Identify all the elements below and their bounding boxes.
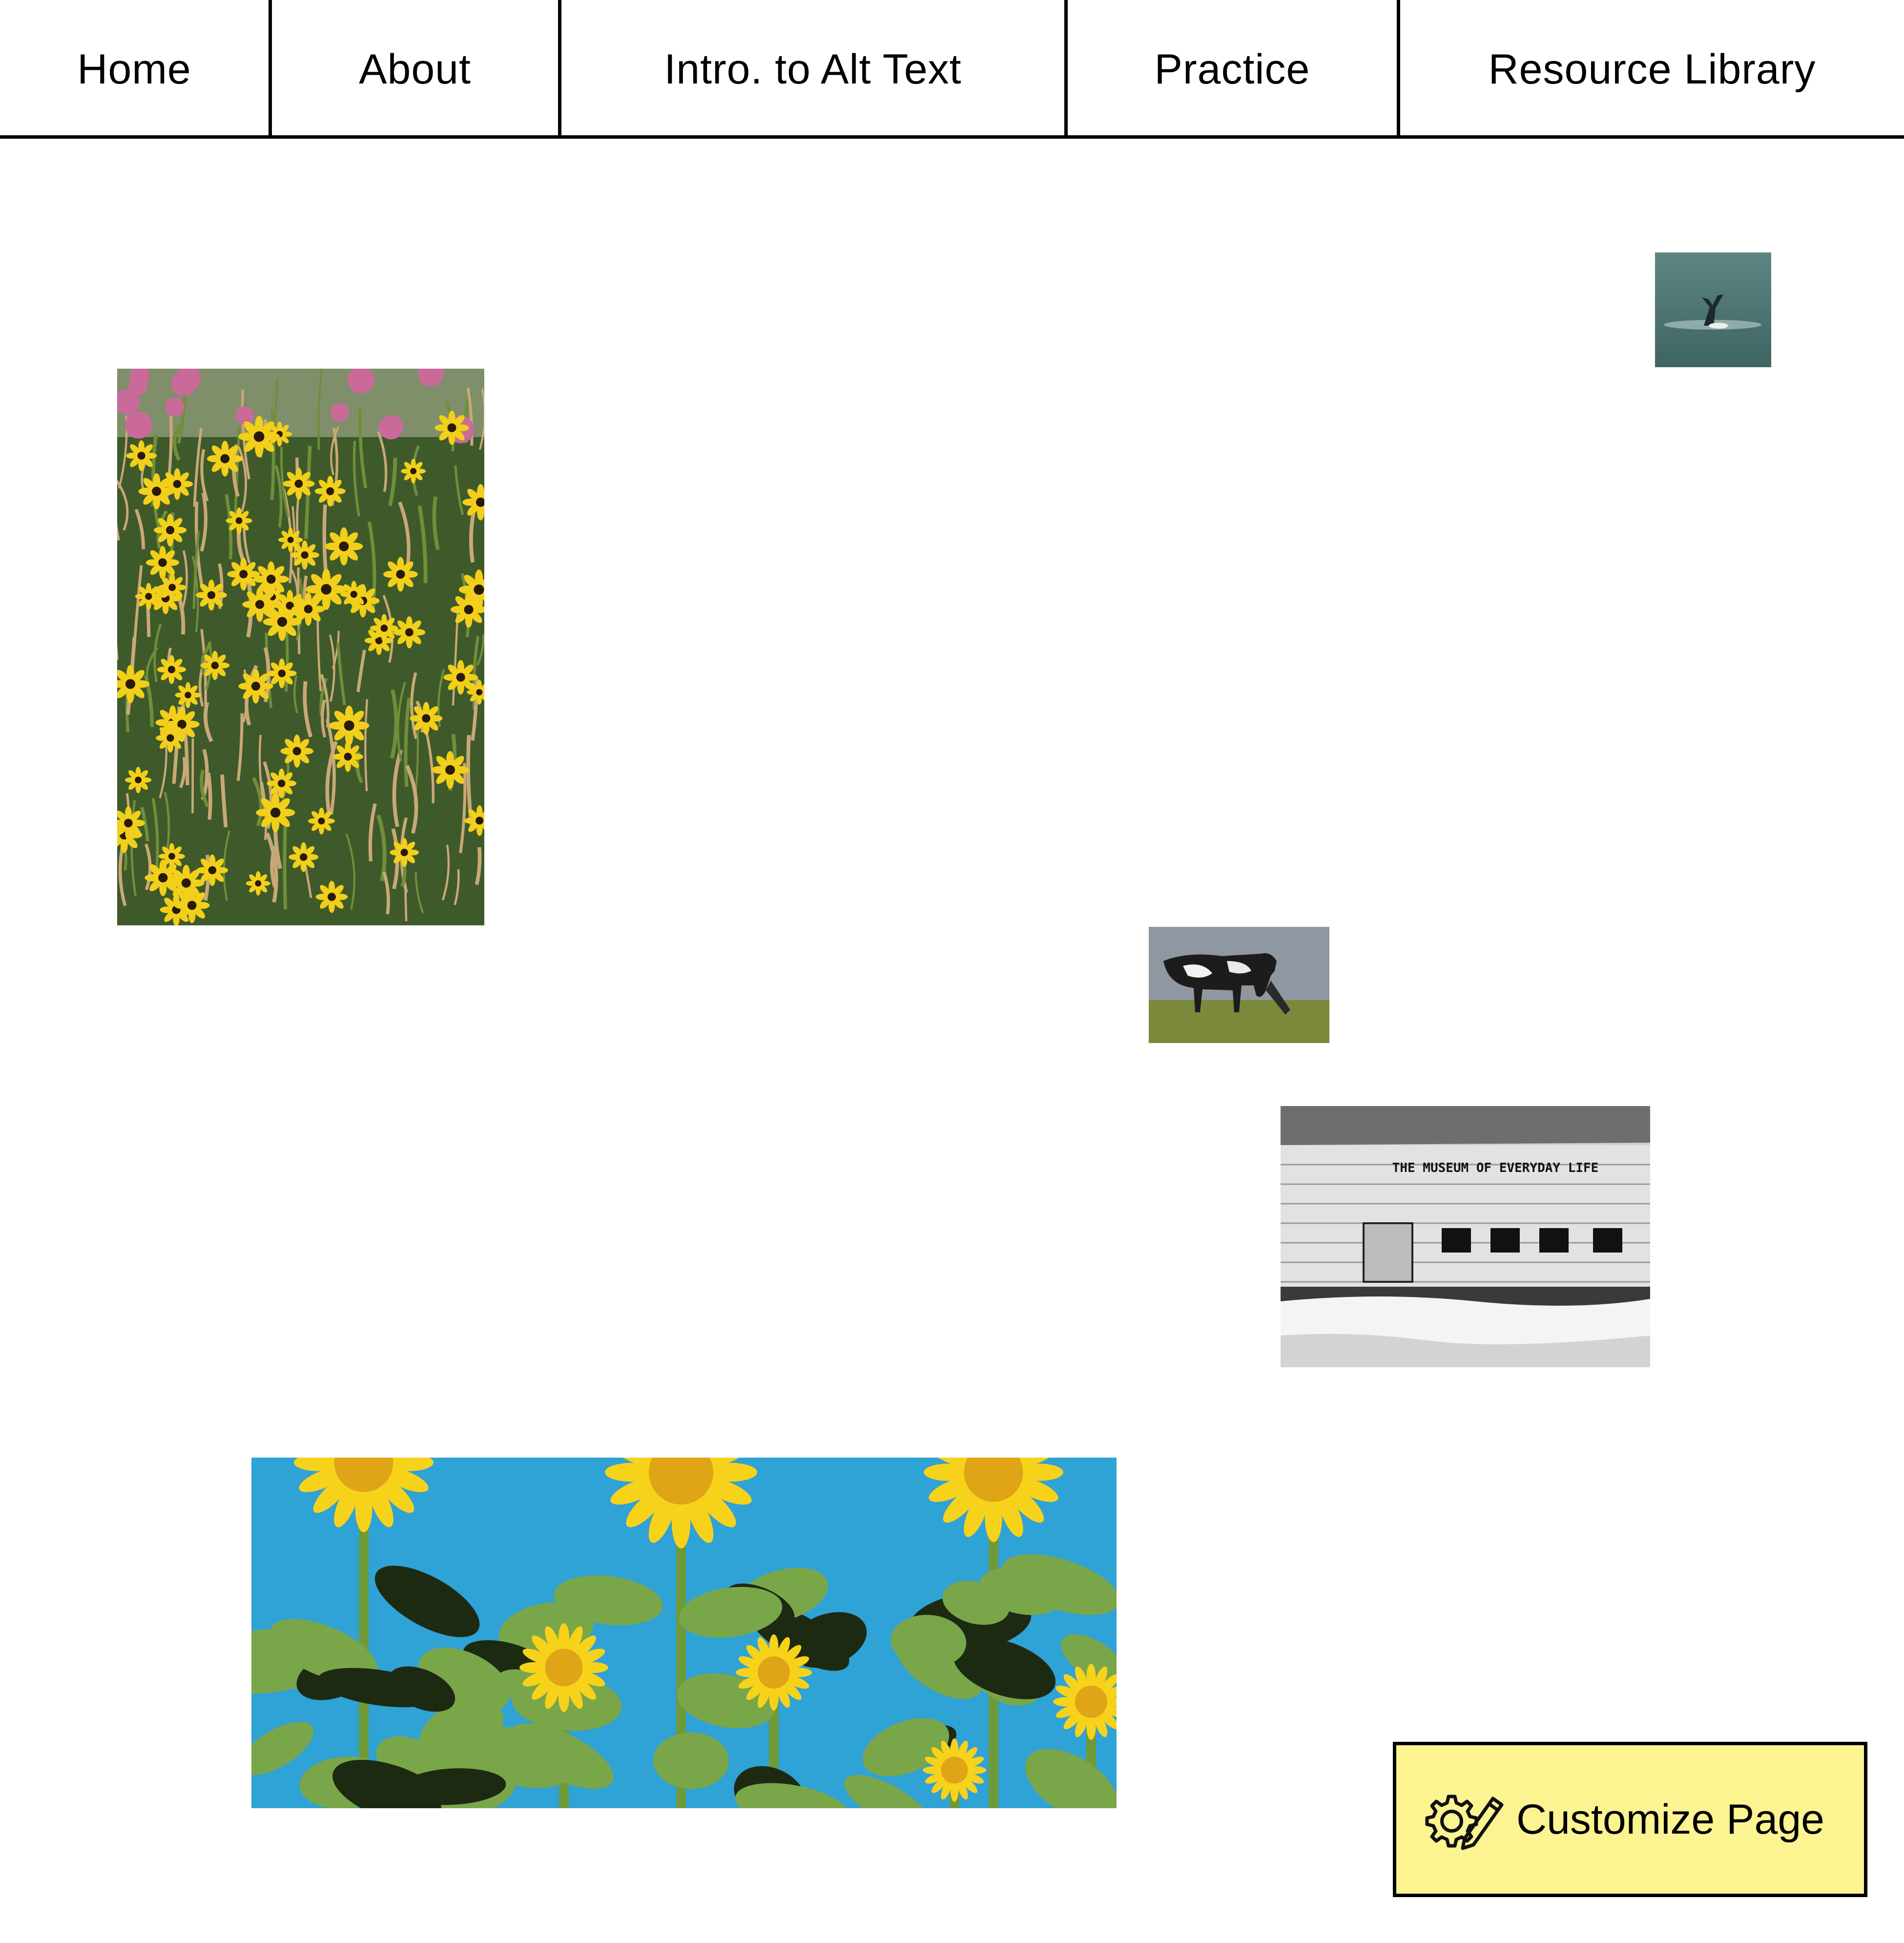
wildflowers-photo[interactable] [117,369,484,925]
customize-page-label: Customize Page [1516,1796,1824,1843]
top-nav: Home About Intro. to Alt Text Practice R… [0,0,1904,139]
nav-divider [1064,0,1068,139]
sunflowers-photo[interactable] [251,1458,1117,1808]
nav-practice-label: Practice [1154,45,1310,93]
horses-image [1149,927,1329,1043]
whale-tail-photo[interactable] [1655,252,1771,367]
museum-barn-image: THE MUSEUM OF EVERYDAY LIFE [1281,1106,1650,1367]
museum-sign-text: THE MUSEUM OF EVERYDAY LIFE [1392,1161,1599,1175]
nav-practice[interactable]: Practice [1068,0,1397,139]
museum-barn-photo[interactable]: THE MUSEUM OF EVERYDAY LIFE [1281,1106,1650,1367]
nav-divider [1397,0,1400,139]
whale-tail-image [1655,252,1771,367]
nav-divider [269,0,272,139]
nav-about-label: About [359,45,471,93]
nav-divider [558,0,561,139]
nav-intro-alt-text-label: Intro. to Alt Text [664,45,962,93]
nav-resource-library[interactable]: Resource Library [1400,0,1904,139]
nav-about[interactable]: About [272,0,558,139]
wildflowers-image [117,369,484,925]
nav-resource-library-label: Resource Library [1488,45,1816,93]
nav-home[interactable]: Home [0,0,269,139]
customize-page-button[interactable]: Customize Page [1393,1742,1867,1897]
nav-intro-alt-text[interactable]: Intro. to Alt Text [561,0,1064,139]
gear-pencil-icon [1422,1788,1505,1851]
horses-photo[interactable] [1149,927,1329,1043]
nav-home-label: Home [77,45,191,93]
sunflowers-image [251,1458,1117,1808]
